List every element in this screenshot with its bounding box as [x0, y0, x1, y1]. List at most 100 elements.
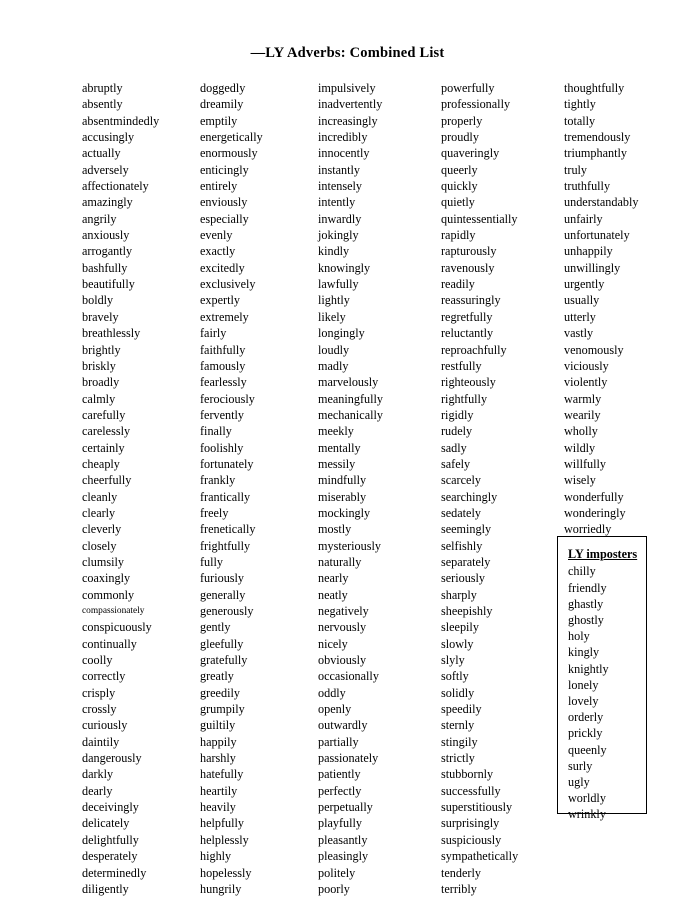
adverb-word: proudly	[441, 130, 479, 145]
ly-imposters-heading: LY imposters	[568, 547, 638, 561]
adverb-word: dearly	[82, 783, 113, 798]
adverb-word: outwardly	[318, 718, 368, 733]
imposter-word: wrinkly	[568, 807, 606, 822]
adverb-word: vastly	[564, 326, 594, 341]
adverb-word: energetically	[200, 130, 263, 145]
adverb-word: reluctantly	[441, 326, 494, 341]
imposter-word: chilly	[568, 564, 596, 579]
adverb-word: unfortunately	[564, 228, 630, 243]
adverb-column-3: impulsively inadvertently increasingly incr…	[318, 80, 441, 900]
adverb-word: obviously	[318, 653, 367, 668]
adverb-word: delightfully	[82, 832, 139, 847]
adverb-word: anxiously	[82, 228, 130, 243]
adverb-word: frankly	[200, 473, 236, 488]
adverb-word: powerfully	[441, 81, 495, 95]
imposter-word: lovely	[568, 693, 599, 708]
adverb-column-1: abruptly absently absentmindedly accusingly…	[82, 80, 200, 900]
adverb-word: hungrily	[200, 881, 242, 896]
adverb-word: helplessly	[200, 832, 249, 847]
adverb-word: broadly	[82, 375, 120, 390]
adverb-word: slyly	[441, 653, 465, 668]
adverb-word: hopelessly	[200, 865, 252, 880]
adverb-word: correctly	[82, 669, 126, 684]
adverb-word: inwardly	[318, 211, 362, 226]
imposter-word: knightly	[568, 661, 609, 676]
adverb-word: unwillingly	[564, 260, 621, 275]
adverb-word: incredibly	[318, 130, 368, 145]
adverb-word: nicely	[318, 636, 348, 651]
adverb-column-5: thoughtfully tightly totally tremendously tr…	[564, 80, 682, 538]
adverb-word: reproachfully	[441, 342, 507, 357]
adverb-word: playfully	[318, 816, 363, 831]
adverb-word: certainly	[82, 440, 125, 455]
adverb-word: poorly	[318, 881, 350, 896]
adverb-word: grumpily	[200, 702, 245, 717]
adverb-word: seriously	[441, 571, 486, 586]
adverb-word: understandably	[564, 195, 639, 210]
adverb-word: kindly	[318, 244, 350, 259]
adverb-word: neatly	[318, 587, 348, 602]
adverb-word: carelessly	[82, 424, 131, 439]
adverb-word: furiously	[200, 571, 245, 586]
adverb-word: willfully	[564, 456, 606, 471]
adverb-word: extremely	[200, 309, 249, 324]
adverb-word: sleepily	[441, 620, 479, 635]
adverb-word: greatly	[200, 669, 234, 684]
adverb-word: wearily	[564, 407, 601, 422]
adverb-word: coaxingly	[82, 571, 131, 586]
adverb-word: righteously	[441, 375, 496, 390]
adverb-word: cheaply	[82, 456, 120, 471]
imposter-word: friendly	[568, 580, 607, 595]
adverb-word: guiltily	[200, 718, 236, 733]
adverb-word: fully	[200, 554, 224, 569]
adverb-word: superstitiously	[441, 800, 513, 815]
adverb-word: searchingly	[441, 489, 498, 504]
adverb-word: nearly	[318, 571, 349, 586]
adverb-word: jokingly	[318, 228, 359, 243]
adverb-word: deceivingly	[82, 800, 139, 815]
adverb-word: mostly	[318, 522, 352, 537]
adverb-word: wonderfully	[564, 489, 624, 504]
adverb-word: frightfully	[200, 538, 251, 553]
adverb-word: urgently	[564, 277, 605, 292]
adverb-word: expertly	[200, 293, 240, 308]
adverb-word: pleasantly	[318, 832, 368, 847]
adverb-word: foolishly	[200, 440, 244, 455]
imposter-word: ugly	[568, 774, 590, 789]
adverb-word: unhappily	[564, 244, 613, 259]
adverb-word: thoughtfully	[564, 81, 625, 95]
adverb-word: freely	[200, 505, 229, 520]
adverb-word: successfully	[441, 783, 501, 798]
adverb-word: nervously	[318, 620, 367, 635]
adverb-word: meekly	[318, 424, 354, 439]
adverb-word: actually	[82, 146, 121, 161]
adverb-word: triumphantly	[564, 146, 627, 161]
adverb-word: occasionally	[318, 669, 379, 684]
adverb-word: scarcely	[441, 473, 481, 488]
adverb-word: innocently	[318, 146, 370, 161]
page-title: —LY Adverbs: Combined List	[250, 45, 445, 61]
adverb-word: patiently	[318, 767, 361, 782]
adverb-word: politely	[318, 865, 356, 880]
adverb-word: adversely	[82, 162, 129, 177]
adverb-word: harshly	[200, 751, 236, 766]
adverb-word: impulsively	[318, 81, 376, 95]
adverb-word: solidly	[441, 685, 475, 700]
adverb-word: arrogantly	[82, 244, 133, 259]
adverb-word: stingily	[441, 734, 478, 749]
adverb-word: rapturously	[441, 244, 497, 259]
adverb-word: determinedly	[82, 865, 147, 880]
adverb-word: safely	[441, 456, 471, 471]
adverb-word: carefully	[82, 407, 126, 422]
imposter-word: worldly	[568, 791, 606, 806]
adverb-word: generally	[200, 587, 246, 602]
adverb-word: crisply	[82, 685, 116, 700]
adverb-word: crossly	[82, 702, 117, 717]
adverb-word: rightfully	[441, 391, 488, 406]
adverb-word: frenetically	[200, 522, 256, 537]
adverb-word: bravely	[82, 309, 119, 324]
adverb-word: evenly	[200, 228, 233, 243]
adverb-word: softly	[441, 669, 469, 684]
adverb-word: curiously	[82, 718, 128, 733]
adverb-word: mysteriously	[318, 538, 381, 553]
